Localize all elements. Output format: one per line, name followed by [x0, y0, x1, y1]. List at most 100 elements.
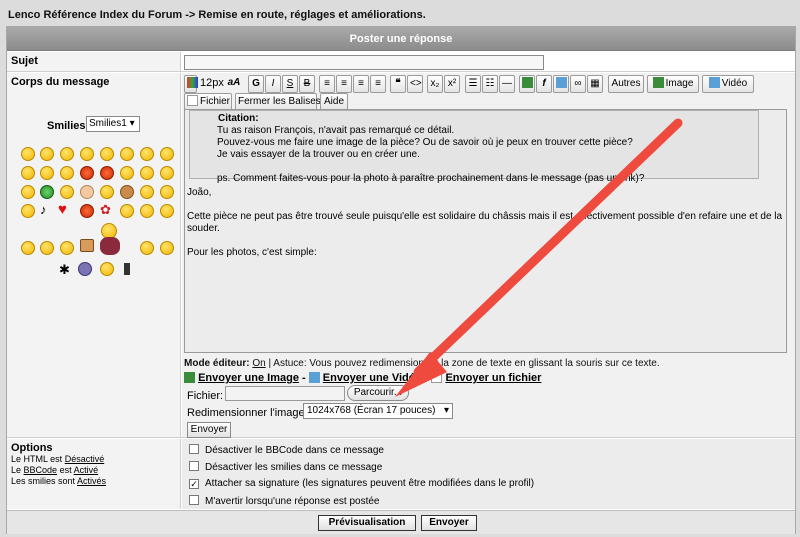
smiley-icon[interactable]: [160, 147, 174, 161]
smiley-icon[interactable]: [60, 241, 74, 255]
editor-cell: 12px aA G I S B ≡ ≡ ≡ ≡ ❝ <> x₂ x² ☰ ☷ —…: [182, 73, 795, 438]
smiley-icon[interactable]: [80, 166, 94, 180]
smiley-icon[interactable]: [100, 185, 114, 199]
subject-input[interactable]: [184, 55, 544, 70]
breadcrumb: Lenco Référence Index du Forum -> Remise…: [8, 9, 426, 21]
link-icon[interactable]: ∞: [570, 75, 586, 93]
smiley-icon[interactable]: [160, 166, 174, 180]
quote-button[interactable]: ❝: [390, 75, 406, 93]
horizontal-rule-icon[interactable]: —: [499, 75, 515, 93]
underline-button[interactable]: S: [282, 75, 298, 93]
smiley-icon[interactable]: [80, 185, 94, 199]
smiley-icon[interactable]: [160, 241, 174, 255]
autres-button[interactable]: Autres: [608, 75, 644, 93]
flash-icon[interactable]: f: [536, 75, 552, 93]
checkbox[interactable]: [189, 495, 199, 505]
mode-toggle-link[interactable]: On: [252, 358, 265, 369]
monster-icon[interactable]: [100, 237, 120, 255]
option-attach-signature[interactable]: ✓ Attacher sa signature (les signatures p…: [189, 478, 534, 489]
smiley-icon[interactable]: [160, 185, 174, 199]
italic-button[interactable]: I: [265, 75, 281, 93]
checkbox[interactable]: [189, 444, 199, 454]
font-color-button[interactable]: [184, 75, 198, 93]
align-left-icon[interactable]: ≡: [319, 75, 335, 93]
smiley-icon[interactable]: [140, 147, 154, 161]
smiley-icon[interactable]: [78, 262, 92, 276]
smiley-icon[interactable]: [120, 185, 134, 199]
align-right-icon[interactable]: ≡: [353, 75, 369, 93]
code-button[interactable]: <>: [407, 75, 423, 93]
option-notify-reply[interactable]: M'avertir lorsqu'une réponse est postée: [189, 495, 379, 507]
file-button-label: Fichier: [200, 96, 231, 107]
file-input[interactable]: [225, 386, 345, 401]
figure-icon[interactable]: [124, 263, 130, 275]
video-button[interactable]: Vidéo: [702, 75, 754, 93]
smiley-icon[interactable]: [21, 241, 35, 255]
checkbox[interactable]: [189, 461, 199, 471]
smiley-icon[interactable]: [140, 185, 154, 199]
smiley-icon[interactable]: [120, 147, 134, 161]
message-textarea[interactable]: Citation: Tu as raison François, n'avait…: [184, 109, 787, 353]
smiley-icon[interactable]: [21, 147, 35, 161]
superscript-button[interactable]: x²: [444, 75, 460, 93]
smiley-icon[interactable]: [21, 204, 35, 218]
smiley-icon[interactable]: [40, 185, 54, 199]
smiley-icon[interactable]: [100, 166, 114, 180]
smiley-icon[interactable]: [21, 185, 35, 199]
image-insert-icon[interactable]: [519, 75, 535, 93]
upload-send-button[interactable]: Envoyer: [187, 422, 231, 438]
align-justify-icon[interactable]: ≡: [370, 75, 386, 93]
submit-button[interactable]: Envoyer: [421, 515, 477, 531]
font-size-button[interactable]: 12px: [198, 75, 224, 93]
bbcode-status-prefix: Le: [11, 465, 22, 475]
send-image-link[interactable]: Envoyer une Image: [198, 372, 299, 384]
heart-icon[interactable]: ♥: [58, 201, 67, 218]
smiley-icon[interactable]: [60, 147, 74, 161]
option-disable-bbcode[interactable]: Désactiver le BBCode dans ce message: [189, 444, 384, 456]
strike-button[interactable]: B: [299, 75, 315, 93]
smiley-icon[interactable]: [80, 204, 94, 218]
bbcode-link[interactable]: BBCode: [24, 465, 58, 475]
smiley-icon[interactable]: [21, 166, 35, 180]
smiley-icon[interactable]: [160, 204, 174, 218]
smiley-icon[interactable]: [60, 185, 74, 199]
resize-label: Redimensionner l'image ?: [187, 407, 314, 419]
resize-select-value: 1024x768 (Écran 17 pouces): [307, 405, 436, 416]
youtube-icon[interactable]: [553, 75, 569, 93]
checkbox-checked[interactable]: ✓: [189, 479, 199, 489]
table-icon[interactable]: ▦: [587, 75, 603, 93]
smilies-status-value: Activés: [77, 476, 107, 486]
music-note-icon[interactable]: ♪: [40, 202, 47, 217]
bold-button[interactable]: G: [248, 75, 264, 93]
smiley-icon[interactable]: [120, 204, 134, 218]
font-face-button[interactable]: aA: [224, 75, 244, 93]
send-video-link[interactable]: Envoyer une Vidéo: [323, 372, 422, 384]
smiley-icon[interactable]: [80, 147, 94, 161]
browse-button[interactable]: Parcourir...: [347, 385, 409, 401]
send-file-link[interactable]: Envoyer un fichier: [445, 372, 541, 384]
align-center-icon[interactable]: ≡: [336, 75, 352, 93]
image-icon: [652, 77, 664, 88]
subscript-button[interactable]: x₂: [427, 75, 443, 93]
smiley-icon[interactable]: [140, 241, 154, 255]
smiley-icon[interactable]: [120, 166, 134, 180]
flower-icon[interactable]: ✿: [100, 202, 111, 218]
numbered-list-icon[interactable]: ☷: [482, 75, 498, 93]
smiley-icon[interactable]: [100, 147, 114, 161]
smiley-icon[interactable]: [60, 166, 74, 180]
resize-select[interactable]: 1024x768 (Écran 17 pouces) ▾: [303, 403, 453, 419]
smiley-icon[interactable]: [140, 166, 154, 180]
smiley-icon[interactable]: [100, 262, 114, 276]
option-disable-smilies[interactable]: Désactiver les smilies dans ce message: [189, 461, 382, 473]
image-button[interactable]: Image: [647, 75, 699, 93]
smiley-icon[interactable]: [40, 147, 54, 161]
smiley-icon[interactable]: [40, 166, 54, 180]
smiley-icon[interactable]: [140, 204, 154, 218]
preview-button[interactable]: Prévisualisation: [318, 515, 416, 531]
smiley-icon[interactable]: [40, 241, 54, 255]
smilies-select[interactable]: Smilies1 ▾: [86, 116, 140, 132]
list-icon[interactable]: ☰: [465, 75, 481, 93]
cake-icon[interactable]: [80, 239, 94, 252]
message-paragraph: Cette pièce ne peut pas être trouvé seul…: [187, 211, 783, 234]
spider-icon[interactable]: ✱: [59, 262, 70, 278]
